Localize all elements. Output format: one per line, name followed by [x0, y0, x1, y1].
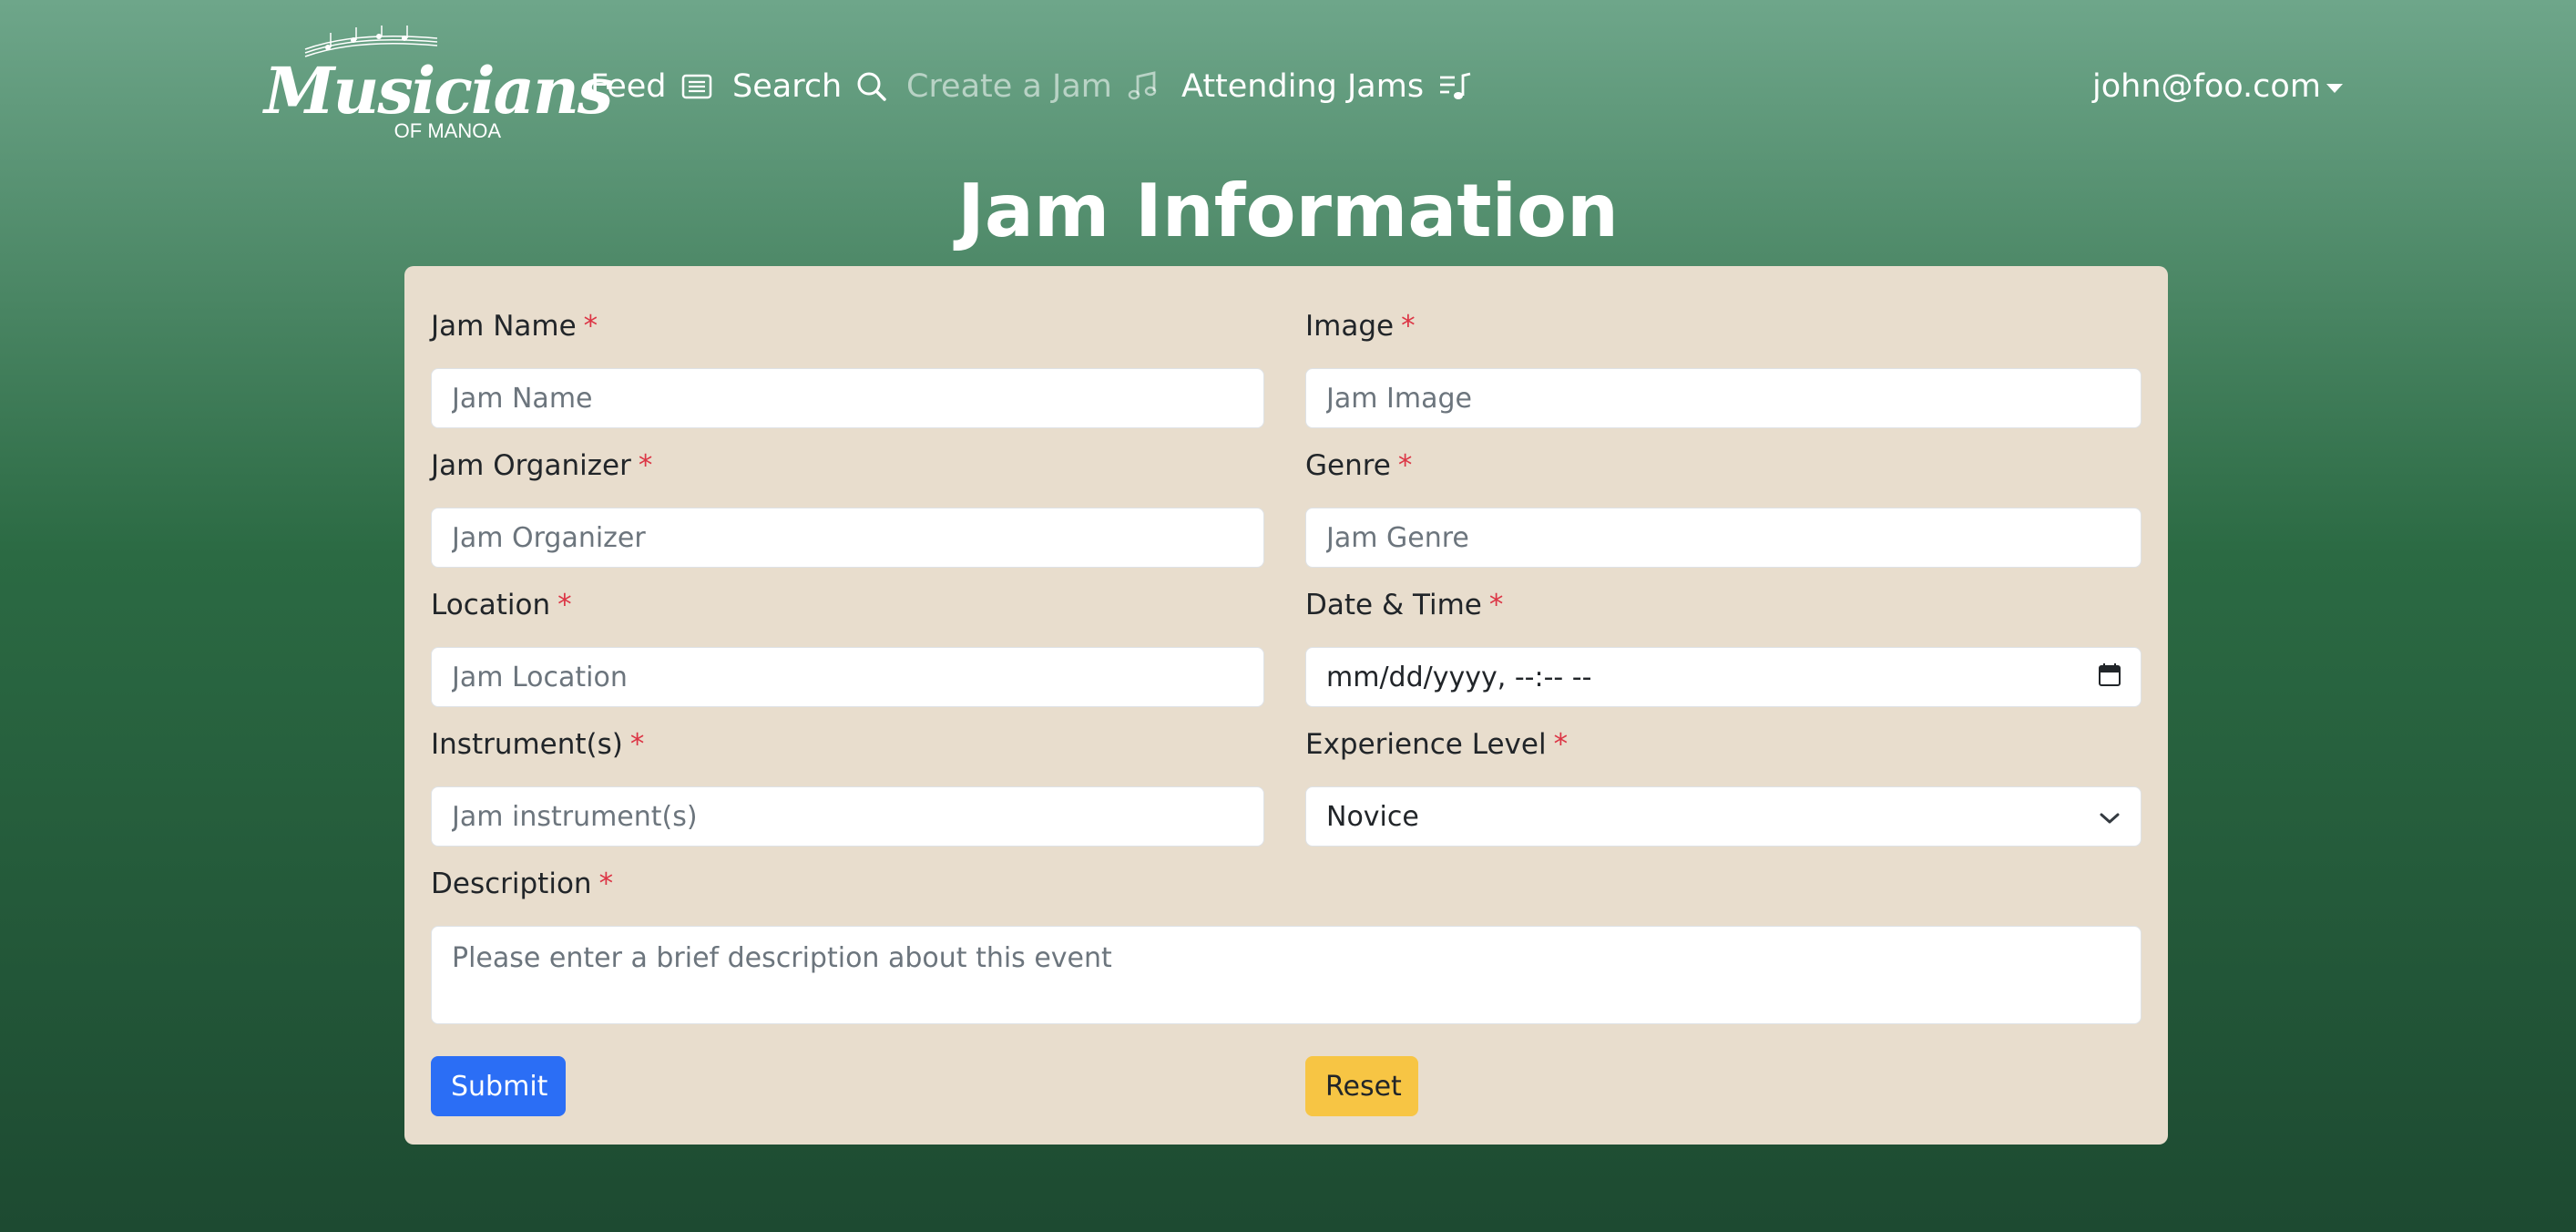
required-mark: * — [557, 589, 572, 621]
music-note-icon — [1127, 71, 1158, 102]
image-input[interactable] — [1305, 368, 2142, 428]
user-dropdown[interactable]: john@foo.com — [2092, 64, 2343, 109]
required-mark: * — [1397, 449, 1413, 482]
chevron-down-icon — [2099, 801, 2121, 833]
caret-down-icon — [2326, 84, 2343, 93]
page-title: Jam Information — [957, 169, 1619, 253]
instruments-input[interactable] — [431, 786, 1264, 847]
music-playlist-icon — [1438, 72, 1473, 101]
nav-attending-jams-link[interactable]: Attending Jams — [1181, 64, 1473, 109]
logo-subtext: OF MANOA — [394, 119, 501, 142]
search-icon — [856, 71, 887, 102]
experience-label: Experience Level * — [1305, 728, 1569, 761]
logo-text: Musicians — [264, 53, 613, 128]
nav-feed-link[interactable]: Feed — [590, 64, 712, 109]
datetime-field: Date & Time * mm/dd/yyyy, --:-- -- — [1305, 585, 2142, 707]
submit-button[interactable]: Submit — [431, 1056, 566, 1116]
required-mark: * — [1401, 310, 1416, 343]
required-mark: * — [1553, 728, 1569, 761]
nav-attending-label: Attending Jams — [1181, 68, 1425, 105]
datetime-label: Date & Time * — [1305, 589, 1504, 621]
jam-name-input[interactable] — [431, 368, 1264, 428]
nav-create-jam-label: Create a Jam — [906, 68, 1112, 105]
jam-name-label: Jam Name * — [431, 310, 598, 343]
description-field: Description * — [431, 864, 2142, 1024]
newspaper-icon — [681, 74, 712, 99]
nav-feed-label: Feed — [590, 68, 667, 105]
datetime-value: mm/dd/yyyy, --:-- -- — [1326, 661, 1592, 693]
experience-field: Experience Level * Novice — [1305, 724, 2142, 847]
nav-create-jam-link[interactable]: Create a Jam — [906, 64, 1158, 109]
calendar-icon[interactable] — [2099, 662, 2121, 693]
nav-search-link[interactable]: Search — [732, 64, 887, 109]
experience-select[interactable]: Novice — [1305, 786, 2142, 847]
required-mark: * — [598, 868, 614, 900]
image-label: Image * — [1305, 310, 1416, 343]
location-input[interactable] — [431, 647, 1264, 707]
organizer-label: Jam Organizer * — [431, 449, 653, 482]
genre-input[interactable] — [1305, 508, 2142, 568]
reset-button[interactable]: Reset — [1305, 1056, 1418, 1116]
required-mark: * — [629, 728, 645, 761]
experience-value: Novice — [1326, 800, 1419, 833]
location-label: Location * — [431, 589, 572, 621]
datetime-input[interactable]: mm/dd/yyyy, --:-- -- — [1305, 647, 2142, 707]
required-mark: * — [1488, 589, 1504, 621]
description-textarea[interactable] — [431, 926, 2142, 1024]
organizer-input[interactable] — [431, 508, 1264, 568]
description-label: Description * — [431, 868, 614, 900]
organizer-field: Jam Organizer * — [431, 446, 1264, 568]
genre-label: Genre * — [1305, 449, 1413, 482]
genre-field: Genre * — [1305, 446, 2142, 568]
navbar: Musicians OF MANOA Feed Search Create a … — [0, 0, 2576, 173]
brand-logo[interactable]: Musicians OF MANOA — [264, 26, 613, 144]
jam-form-card: Jam Name* Image* Jam Organizer* Genre* L… — [404, 266, 2168, 1145]
user-email: john@foo.com — [2092, 68, 2321, 105]
required-mark: * — [583, 310, 598, 343]
image-field: Image * — [1305, 306, 2142, 428]
instruments-label: Instrument(s) * — [431, 728, 645, 761]
instruments-field: Instrument(s) * — [431, 724, 1264, 847]
required-mark: * — [638, 449, 653, 482]
nav-search-label: Search — [732, 68, 843, 105]
jam-name-field: Jam Name * — [431, 306, 1264, 428]
location-field: Location * — [431, 585, 1264, 707]
